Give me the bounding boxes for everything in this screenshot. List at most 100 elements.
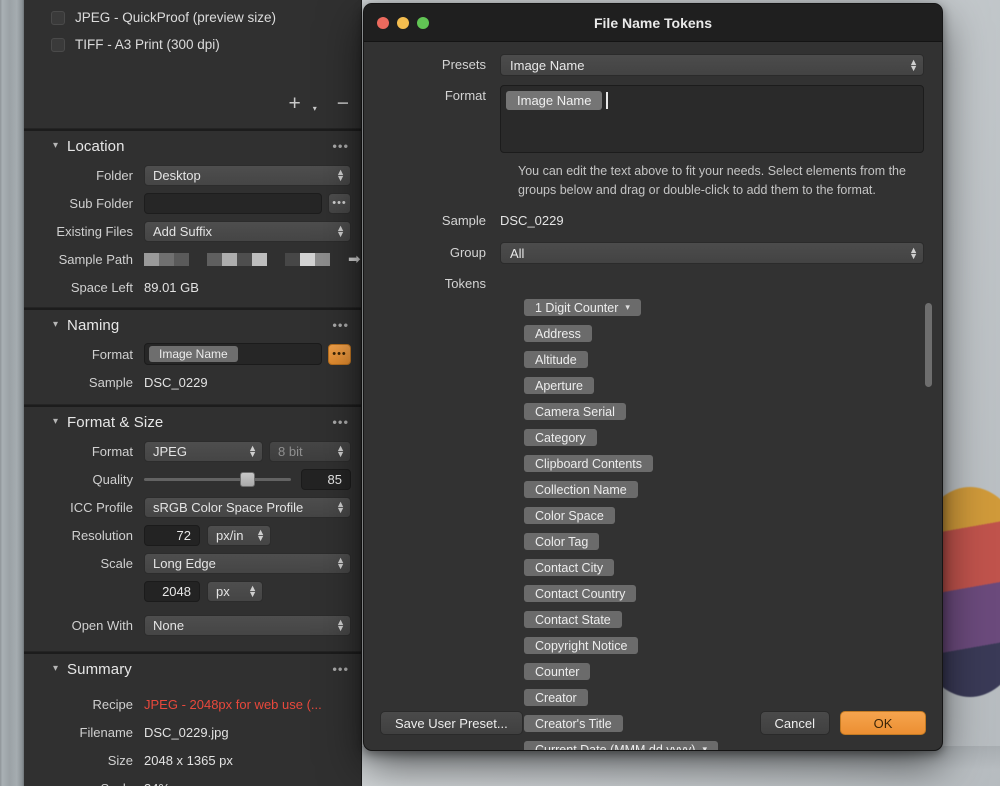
stepper-icon[interactable]: ▲ ▼ <box>336 168 345 183</box>
chevron-down-icon[interactable]: ▾ <box>53 663 58 674</box>
quality-slider[interactable] <box>144 469 291 490</box>
chevron-down-icon[interactable]: ▾ <box>53 416 58 427</box>
dialog-format-label: Format <box>444 88 486 103</box>
subfolder-label: Sub Folder <box>69 195 133 211</box>
stepper-icon[interactable]: ▲ ▼ <box>909 246 918 261</box>
token-chip[interactable]: Image Name <box>149 346 238 362</box>
token-chip[interactable]: 1 Digit Counter ▾ <box>524 299 641 316</box>
token-chip-label: Aperture <box>535 378 583 393</box>
token-chip[interactable]: Collection Name <box>524 481 638 498</box>
chevron-down-icon[interactable]: ▾ <box>53 319 58 330</box>
recipe-row[interactable]: JPEG - QuickProof (preview size) <box>24 4 361 31</box>
slider-knob[interactable] <box>239 471 255 487</box>
scrollbar-thumb[interactable] <box>925 303 932 387</box>
token-chip[interactable]: Altitude <box>524 351 588 368</box>
token-chip[interactable]: Counter <box>524 663 591 680</box>
recipe-row[interactable]: TIFF - A3 Print (300 dpi) <box>24 31 361 58</box>
token-chip[interactable]: Camera Serial <box>524 403 626 420</box>
subfolder-browse-button[interactable]: ••• <box>328 192 351 214</box>
checkbox-icon[interactable] <box>51 10 65 25</box>
section-menu-icon[interactable]: ••• <box>332 318 349 333</box>
token-chip[interactable]: Color Tag <box>524 533 600 550</box>
add-recipe-button[interactable]: + <box>288 93 300 114</box>
subfolder-input[interactable] <box>144 192 322 214</box>
bit-depth-select[interactable]: 8 bit ▲ ▼ <box>269 440 351 462</box>
stepper-icon[interactable]: ▲ ▼ <box>336 556 345 571</box>
scale-amount-input[interactable]: 2048 <box>144 580 200 602</box>
sample-path-block <box>237 252 252 266</box>
naming-sample-label: Sample <box>88 374 133 390</box>
stepper-icon[interactable]: ▲ ▼ <box>336 500 345 515</box>
summary-scale-label: Scale <box>32 781 144 786</box>
existing-files-label: Existing Files <box>56 223 133 239</box>
minimize-icon[interactable] <box>397 16 409 29</box>
token-chip[interactable]: Address <box>524 325 592 342</box>
token-chip-label: Contact City <box>535 560 604 575</box>
token-chip[interactable]: Copyright Notice <box>524 637 639 654</box>
section-header-naming[interactable]: ▾ Naming ••• <box>24 310 361 340</box>
scale-value: Long Edge <box>153 555 216 571</box>
section-menu-icon[interactable]: ••• <box>332 415 349 430</box>
summary-scale-value: 34% <box>144 781 170 786</box>
presets-select[interactable]: Image Name ▲ ▼ <box>500 54 924 76</box>
cancel-button[interactable]: Cancel <box>759 711 830 735</box>
scale-unit-value: px <box>216 583 230 599</box>
quality-value-input[interactable]: 85 <box>301 468 351 490</box>
checkbox-icon[interactable] <box>51 37 65 52</box>
space-left-label: Space Left <box>70 279 133 295</box>
tokens-scrollbar[interactable] <box>925 303 932 750</box>
token-chip-label: Color Tag <box>535 534 589 549</box>
ok-button[interactable]: OK <box>840 711 926 735</box>
stepper-icon[interactable]: ▲ ▼ <box>248 444 257 459</box>
stepper-icon[interactable]: ▲ ▼ <box>336 224 345 239</box>
sample-path-block <box>285 252 300 266</box>
token-chip[interactable]: Contact City <box>524 559 615 576</box>
existing-files-select[interactable]: Add Suffix ▲ ▼ <box>144 220 351 242</box>
stepper-icon[interactable]: ▲ ▼ <box>248 584 257 599</box>
token-chip[interactable]: Color Space <box>524 507 615 524</box>
scale-unit-select[interactable]: px ▲ ▼ <box>207 580 263 602</box>
token-chip[interactable]: Image Name <box>506 91 603 110</box>
token-chip[interactable]: Contact Country <box>524 585 637 602</box>
folder-select[interactable]: Desktop ▲ ▼ <box>144 164 351 186</box>
section-menu-icon[interactable]: ••• <box>332 662 349 677</box>
scale-select[interactable]: Long Edge ▲ ▼ <box>144 552 351 574</box>
chevron-down-icon[interactable]: ▾ <box>313 104 317 113</box>
dialog-titlebar[interactable]: File Name Tokens <box>364 4 942 42</box>
section-header-location[interactable]: ▾ Location ••• <box>24 131 361 161</box>
save-user-preset-button[interactable]: Save User Preset... <box>380 711 523 735</box>
group-select[interactable]: All ▲ ▼ <box>500 242 924 264</box>
icc-profile-select[interactable]: sRGB Color Space Profile ▲ ▼ <box>144 496 351 518</box>
close-icon[interactable] <box>377 16 389 29</box>
screen: JPEG - QuickProof (preview size) TIFF - … <box>0 0 1000 786</box>
maximize-icon[interactable] <box>417 16 429 29</box>
token-chip-label: Counter <box>535 664 580 679</box>
token-chip[interactable]: Aperture <box>524 377 594 394</box>
section-header-format-size[interactable]: ▾ Format & Size ••• <box>24 407 361 437</box>
token-chip-label: Clipboard Contents <box>535 456 643 471</box>
token-chip[interactable]: Clipboard Contents <box>524 455 654 472</box>
remove-recipe-button[interactable]: − <box>337 93 349 114</box>
chevron-down-icon[interactable]: ▾ <box>53 140 58 151</box>
chevron-down-icon[interactable]: ▾ <box>625 302 630 313</box>
section-menu-icon[interactable]: ••• <box>332 139 349 154</box>
field-row-icc-profile: ICC Profile sRGB Color Space Profile ▲ ▼ <box>24 493 361 521</box>
token-chip[interactable]: Category <box>524 429 597 446</box>
stepper-icon[interactable]: ▲ ▼ <box>336 618 345 633</box>
resolution-input[interactable]: 72 <box>144 524 200 546</box>
resolution-unit-select[interactable]: px/in ▲ ▼ <box>207 524 271 546</box>
section-title: Summary <box>67 660 132 678</box>
field-row-resolution: Resolution 72 px/in ▲ ▼ <box>24 521 361 549</box>
section-header-summary[interactable]: ▾ Summary ••• <box>24 654 361 684</box>
token-chip[interactable]: Contact State <box>524 611 622 628</box>
stepper-icon[interactable]: ▲ ▼ <box>256 528 265 543</box>
arrow-right-icon[interactable]: ➡ <box>348 250 361 268</box>
stepper-icon[interactable]: ▲ ▼ <box>336 444 345 459</box>
stepper-icon[interactable]: ▲ ▼ <box>909 58 918 73</box>
naming-format-edit-button[interactable]: ••• <box>328 343 351 365</box>
dialog-body: Presets Image Name ▲ ▼ Format Image Name … <box>364 42 942 750</box>
naming-format-input[interactable]: Image Name <box>144 343 322 365</box>
format-token-editor[interactable]: Image Name <box>500 85 924 153</box>
open-with-select[interactable]: None ▲ ▼ <box>144 614 351 636</box>
format-select[interactable]: JPEG ▲ ▼ <box>144 440 263 462</box>
